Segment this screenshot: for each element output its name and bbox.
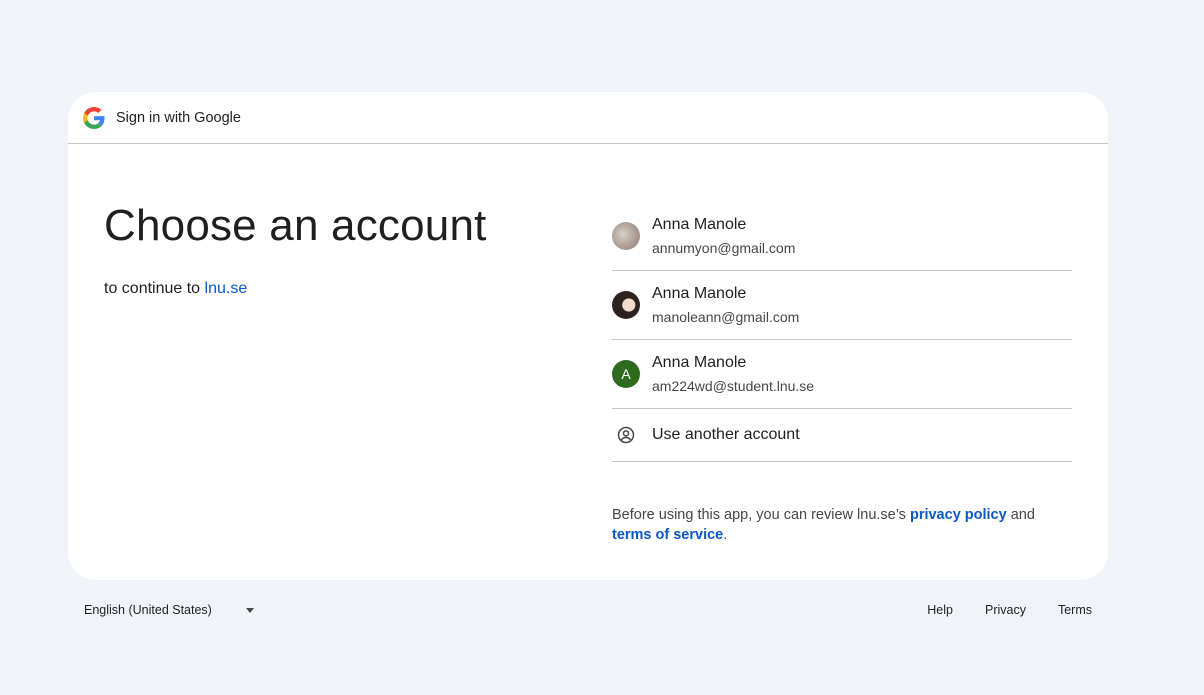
account-email: manoleann@gmail.com [652, 309, 800, 325]
account-name: Anna Manole [652, 285, 747, 302]
left-pane: Choose an account to continue to lnu.se [104, 200, 564, 298]
subtitle-prefix: to continue to [104, 280, 201, 297]
account-list: Anna Manole annumyon@gmail.com Anna Mano… [612, 202, 1072, 545]
card-header: Sign in with Google [68, 92, 1108, 144]
subtitle: to continue to lnu.se [104, 280, 564, 298]
account-email: annumyon@gmail.com [652, 240, 796, 256]
language-selector[interactable]: English (United States) [84, 603, 254, 617]
page-title: Choose an account [104, 201, 487, 250]
use-another-account-label: Use another account [652, 426, 800, 443]
footer: English (United States) Help Privacy Ter… [84, 603, 1092, 617]
privacy-link[interactable]: Privacy [985, 603, 1026, 617]
notice-and: and [1010, 507, 1035, 523]
footer-links: Help Privacy Terms [927, 603, 1092, 617]
avatar [612, 291, 640, 319]
account-name: Anna Manole [652, 354, 747, 371]
use-another-account-button[interactable]: Use another account [612, 409, 1072, 462]
account-item-3[interactable]: A Anna Manole am224wd@student.lnu.se [612, 340, 1072, 409]
account-name: Anna Manole [652, 216, 747, 233]
privacy-policy-link[interactable]: privacy policy [910, 507, 1007, 523]
header-title: Sign in with Google [116, 109, 241, 126]
avatar [612, 222, 640, 250]
account-item-1[interactable]: Anna Manole annumyon@gmail.com [612, 202, 1072, 271]
account-email: am224wd@student.lnu.se [652, 378, 815, 394]
notice-prefix: Before using this app, you can review ln… [612, 507, 906, 523]
terms-of-service-link[interactable]: terms of service [612, 527, 723, 543]
language-label: English (United States) [84, 603, 212, 617]
help-link[interactable]: Help [927, 603, 953, 617]
terms-link[interactable]: Terms [1058, 603, 1092, 617]
google-g-icon [83, 106, 105, 129]
privacy-notice: Before using this app, you can review ln… [612, 505, 1072, 545]
caret-down-icon [246, 607, 254, 613]
avatar: A [612, 360, 640, 388]
notice-suffix: . [723, 527, 728, 543]
sign-in-card: Sign in with Google Choose an account to… [68, 92, 1108, 580]
account-item-2[interactable]: Anna Manole manoleann@gmail.com [612, 271, 1072, 340]
account-circle-icon [612, 421, 640, 449]
app-domain-link[interactable]: lnu.se [205, 280, 248, 297]
